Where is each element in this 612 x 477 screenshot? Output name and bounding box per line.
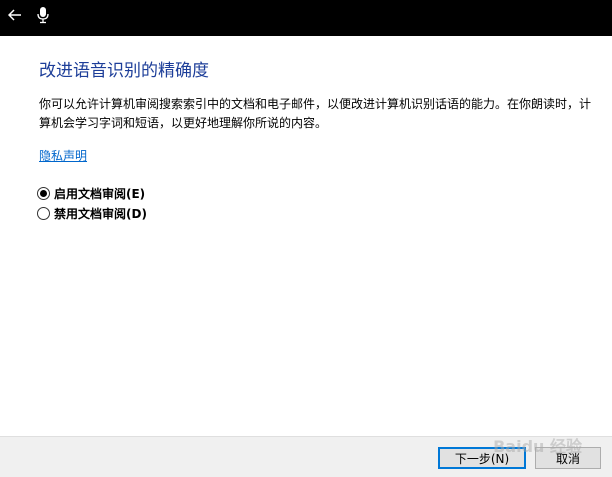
- disable-radio[interactable]: [37, 206, 50, 220]
- back-button[interactable]: [6, 6, 24, 24]
- enable-document-review-option[interactable]: 启用文档审阅(E): [37, 183, 147, 203]
- microphone-icon: [37, 7, 49, 24]
- disable-radio-label: 禁用文档审阅(D): [54, 206, 147, 221]
- button-bar: 下一步(N) 取消 Baidu 经验: [0, 436, 612, 477]
- description-text: 你可以允许计算机审阅搜索索引中的文档和电子邮件，以便改进计算机识别话语的能力。在…: [39, 97, 592, 130]
- page-title: 改进语音识别的精确度: [39, 61, 209, 81]
- title-bar: [0, 0, 612, 36]
- watermark: Baidu 经验: [493, 437, 582, 456]
- enable-radio-label: 启用文档审阅(E): [54, 186, 146, 201]
- document-review-options: 启用文档审阅(E) 禁用文档审阅(D): [37, 183, 147, 223]
- back-arrow-icon: [8, 9, 21, 21]
- privacy-statement-link[interactable]: 隐私声明: [39, 147, 87, 164]
- disable-document-review-option[interactable]: 禁用文档审阅(D): [37, 203, 147, 223]
- enable-radio[interactable]: [37, 186, 50, 200]
